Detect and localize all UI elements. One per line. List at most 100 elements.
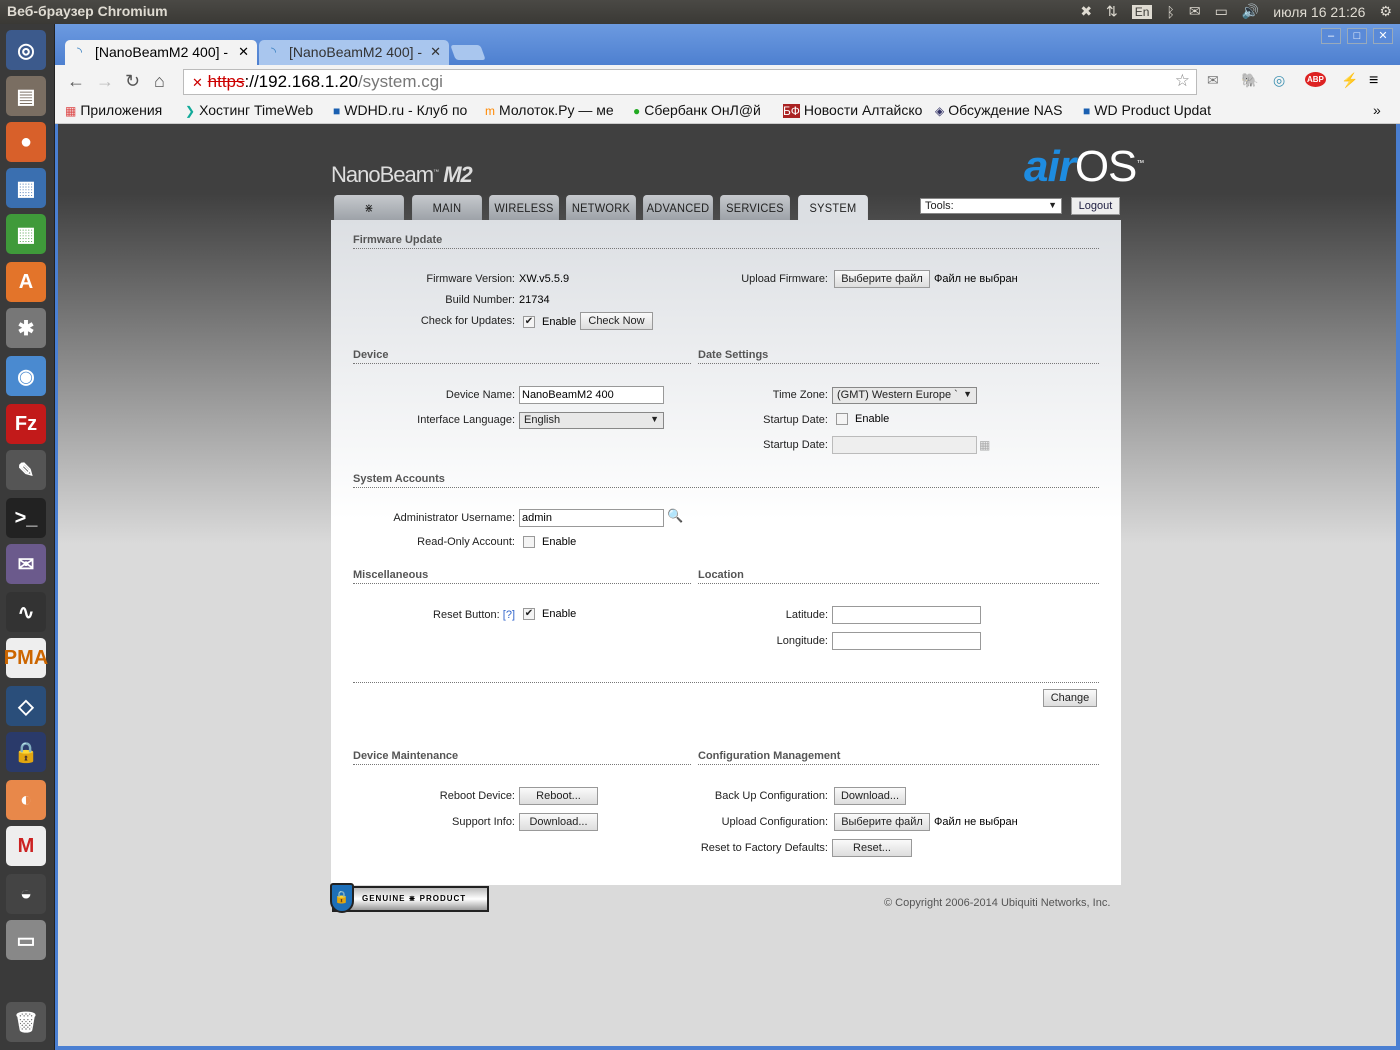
- latitude-input[interactable]: [832, 606, 981, 624]
- transfer-icon[interactable]: ⇅: [1106, 3, 1118, 20]
- back-icon[interactable]: ←: [67, 71, 85, 92]
- address-bar[interactable]: ✕ https://192.168.1.20/system.cgi ☆: [183, 69, 1197, 95]
- upload-config-file-button[interactable]: Выберите файл: [834, 813, 930, 831]
- insecure-lock-icon[interactable]: ✕: [192, 75, 203, 90]
- label: Time Zone:: [772, 389, 828, 401]
- new-tab-button[interactable]: [450, 45, 486, 60]
- close-tab-icon[interactable]: ✕: [430, 44, 441, 60]
- tab-wireless[interactable]: WIRELESS: [489, 195, 559, 220]
- admin-username-input[interactable]: [519, 509, 664, 527]
- gmail-icon[interactable]: M: [6, 826, 46, 866]
- reload-icon[interactable]: ↻: [125, 71, 140, 92]
- terminal-icon[interactable]: >_: [6, 498, 46, 538]
- device-name-input[interactable]: [519, 386, 664, 404]
- chromium-icon[interactable]: ◉: [6, 356, 46, 396]
- files-icon[interactable]: ▤: [6, 76, 46, 116]
- phpmyadmin-icon[interactable]: PMA: [4, 638, 48, 678]
- close-window-button[interactable]: ✕: [1373, 28, 1393, 44]
- bookmark-apps[interactable]: ▦ Приложения: [65, 102, 162, 118]
- check-updates-checkbox[interactable]: ✔: [523, 316, 535, 328]
- tab-network[interactable]: NETWORK: [566, 195, 636, 220]
- keyring-icon[interactable]: 🔒: [6, 732, 46, 772]
- tab-services[interactable]: SERVICES: [720, 195, 790, 220]
- network-icon[interactable]: ✖: [1080, 3, 1092, 20]
- home-icon[interactable]: ⌂: [154, 71, 165, 92]
- bluetooth-icon[interactable]: ᛒ: [1166, 4, 1174, 20]
- power-icon[interactable]: ⚙: [1379, 3, 1392, 20]
- tools-dropdown[interactable]: Tools:: [920, 198, 1062, 214]
- extension-drop-icon[interactable]: ◎: [1273, 72, 1285, 89]
- read-only-account-checkbox[interactable]: [523, 536, 535, 548]
- bookmark-timeweb[interactable]: ❯ Хостинг TimeWeb: [185, 102, 321, 118]
- bookmark-molotok[interactable]: m Молоток.Ру — ме: [485, 102, 621, 118]
- reboot-button[interactable]: Reboot...: [519, 787, 598, 805]
- settings-icon[interactable]: ✱: [6, 308, 46, 348]
- pidgin-icon[interactable]: ✉: [6, 544, 46, 584]
- trash-icon[interactable]: 🗑: [6, 1002, 46, 1042]
- wd-icon: ■: [1083, 104, 1091, 118]
- virtualbox-icon[interactable]: ◇: [6, 686, 46, 726]
- startup-date-input[interactable]: [832, 436, 977, 454]
- change-button[interactable]: Change: [1043, 689, 1097, 707]
- longitude-input[interactable]: [832, 632, 981, 650]
- writer-icon[interactable]: ▦: [6, 168, 46, 208]
- bookmark-nas[interactable]: ◈ Обсуждение NAS: [935, 102, 1070, 118]
- tab-nanobeam-2[interactable]: ◝ [NanoBeamM2 400] - ✕: [259, 40, 449, 66]
- mail-icon[interactable]: ✉: [1189, 3, 1201, 20]
- search-icon[interactable]: 🔍: [667, 508, 683, 524]
- close-tab-icon[interactable]: ✕: [238, 44, 249, 60]
- gimp-icon[interactable]: ✎: [6, 450, 46, 490]
- drive-icon[interactable]: ▭: [6, 920, 46, 960]
- backup-download-button[interactable]: Download...: [834, 787, 906, 805]
- tab-system[interactable]: SYSTEM: [798, 195, 868, 221]
- bookmark-news[interactable]: БФ Новости Алтайско: [783, 102, 923, 118]
- evernote-icon[interactable]: 🐘: [1241, 72, 1258, 89]
- reset-defaults-button[interactable]: Reset...: [832, 839, 912, 857]
- upload-firmware-file-button[interactable]: Выберите файл: [834, 270, 930, 288]
- firmware-version: XW.v5.5.9: [519, 273, 570, 285]
- tab-label: [NanoBeamM2 400] -: [95, 44, 229, 60]
- app-icon[interactable]: ◐: [6, 780, 46, 820]
- label: Enable: [542, 536, 577, 548]
- forward-icon[interactable]: →: [96, 71, 114, 92]
- help-link[interactable]: [?]: [503, 609, 515, 621]
- label: Enable: [542, 608, 577, 620]
- startup-date-checkbox[interactable]: [836, 413, 848, 425]
- ubiquiti-logo-icon: ⋇: [364, 201, 374, 215]
- bookmark-star-icon[interactable]: ☆: [1175, 71, 1190, 91]
- tab-main[interactable]: MAIN: [412, 195, 482, 220]
- time-zone-select[interactable]: (GMT) Western Europe `: [832, 387, 977, 404]
- label: Longitude:: [776, 635, 828, 647]
- calc-icon[interactable]: ▦: [6, 214, 46, 254]
- logout-button[interactable]: Logout: [1071, 197, 1120, 215]
- bookmark-wdhd[interactable]: ■ WDHD.ru - Клуб по: [333, 102, 473, 118]
- tab-nanobeam-1[interactable]: ◝ [NanoBeamM2 400] - ✕: [65, 40, 257, 66]
- minimize-button[interactable]: –: [1321, 28, 1341, 44]
- system-monitor-icon[interactable]: ∿: [6, 592, 46, 632]
- battery-icon[interactable]: ▭: [1215, 3, 1228, 20]
- maximize-button[interactable]: □: [1347, 28, 1367, 44]
- calendar-icon[interactable]: ▦: [979, 438, 990, 452]
- adblock-plus-icon[interactable]: ABP: [1305, 72, 1326, 87]
- firefox-icon[interactable]: ●: [6, 122, 46, 162]
- bookmarks-overflow[interactable]: »: [1373, 102, 1381, 118]
- menu-icon[interactable]: ≡: [1369, 72, 1378, 90]
- lightning-icon[interactable]: ⚡: [1341, 72, 1358, 89]
- filezilla-icon[interactable]: Fz: [6, 404, 46, 444]
- ubuntu-dash-icon[interactable]: ◎: [6, 30, 46, 70]
- bookmark-wd-product[interactable]: ■ WD Product Updat: [1083, 102, 1223, 118]
- support-info-download-button[interactable]: Download...: [519, 813, 598, 831]
- volume-icon[interactable]: 🔊: [1242, 3, 1259, 20]
- reset-button-checkbox[interactable]: ✔: [523, 608, 535, 620]
- tab-ubnt-logo[interactable]: ⋇: [334, 195, 404, 220]
- airos-logo: airOS™: [1024, 142, 1144, 191]
- keyboard-layout[interactable]: En: [1131, 4, 1153, 19]
- tab-advanced[interactable]: ADVANCED: [643, 195, 713, 220]
- software-center-icon[interactable]: A: [6, 262, 46, 302]
- interface-language-select[interactable]: English: [519, 412, 664, 429]
- check-now-button[interactable]: Check Now: [580, 312, 653, 330]
- bookmark-sberbank[interactable]: ● Сбербанк ОнЛ@й: [633, 102, 773, 118]
- gmail-checker-icon[interactable]: ✉: [1207, 72, 1219, 89]
- clock[interactable]: июля 16 21:26: [1273, 4, 1365, 20]
- ufo-icon[interactable]: ◒: [6, 874, 46, 914]
